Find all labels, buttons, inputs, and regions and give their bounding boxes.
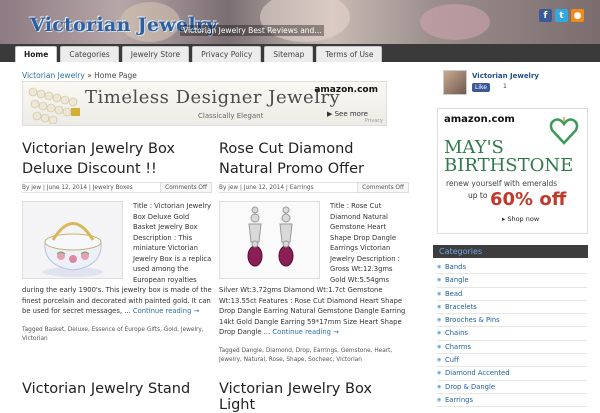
category-item[interactable]: Cuff: [437, 354, 587, 368]
category-item[interactable]: Bangle: [437, 274, 587, 288]
banner-privacy-link[interactable]: Privacy: [365, 118, 383, 124]
category-item[interactable]: Charms: [437, 341, 587, 355]
post-title[interactable]: Victorian Jewelry Stand: [22, 381, 212, 397]
continue-reading-link[interactable]: Continue reading →: [133, 307, 199, 315]
post-2: Rose Cut Diamond Natural Promo Offer By …: [219, 139, 409, 365]
post-tags[interactable]: Tagged Basket, Deluxe, Essence of Europe…: [22, 326, 212, 344]
category-item[interactable]: Bracelets: [437, 301, 587, 315]
category-list: Bands Bangle Bead Bracelets Brooches & P…: [437, 261, 587, 408]
nav-item-jewelry-store[interactable]: Jewelry Store: [121, 46, 190, 62]
nav-item-categories[interactable]: Categories: [60, 46, 119, 62]
ad-upto: up to: [468, 191, 488, 200]
breadcrumb: Victorian Jewelry » Home Page: [22, 71, 137, 80]
post-meta-text[interactable]: By jew | June 12, 2014 | Jewelry Boxes: [22, 185, 133, 191]
banner-ad[interactable]: Timeless Designer Jewelry Classically El…: [22, 81, 387, 126]
banner-see-more-link[interactable]: ▶ See more: [327, 110, 368, 118]
category-item[interactable]: Bead: [437, 288, 587, 301]
amazon-logo: amazon.com: [314, 85, 378, 95]
breadcrumb-separator: »: [87, 71, 92, 80]
like-button[interactable]: Like: [472, 83, 490, 92]
post-comments: Comments Off: [160, 182, 212, 193]
breadcrumb-current: Home Page: [94, 71, 137, 80]
site-header: Victorian Jewelry Victorian Jewelry Best…: [0, 0, 600, 44]
facebook-like-box: Victorian Jewelry Like 1: [443, 70, 593, 97]
ad-subtitle: renew yourself with emeralds: [446, 179, 558, 188]
nav-item-terms-of-use[interactable]: Terms of Use: [316, 46, 383, 62]
avatar[interactable]: [443, 70, 467, 95]
post-1: Victorian Jewelry Box Deluxe Discount !!…: [22, 139, 212, 344]
shop-now-link[interactable]: ▸ Shop now: [502, 215, 539, 223]
continue-reading-link[interactable]: Continue reading →: [272, 328, 338, 336]
post-3: Victorian Jewelry Stand: [22, 381, 212, 397]
post-4: Victorian Jewelry Box Light: [219, 381, 409, 413]
breadcrumb-home-link[interactable]: Victorian Jewelry: [22, 71, 85, 80]
post-meta: By jew | June 12, 2014 | Jewelry Boxes C…: [22, 182, 212, 193]
post-title[interactable]: Victorian Jewelry Box Light: [219, 381, 409, 413]
category-item[interactable]: Bands: [437, 261, 587, 275]
category-item[interactable]: Drop & Dangle: [437, 381, 587, 394]
ad-headline: MAY'S BIRTHSTONE: [444, 139, 573, 175]
site-tagline: Victorian Jewelry Best Reviews and...: [180, 25, 325, 36]
category-item[interactable]: Diamond Accented: [437, 367, 587, 381]
category-item[interactable]: Brooches & Pins: [437, 314, 587, 328]
banner-title: Timeless Designer Jewelry: [85, 87, 341, 108]
post-body: Title : Rose Cut Diamond Natural Gemston…: [219, 201, 409, 338]
category-item[interactable]: Earrings: [437, 394, 587, 408]
sidebar-ad[interactable]: amazon.com MAY'S BIRTHSTONE renew yourse…: [437, 108, 588, 234]
post-title[interactable]: Victorian Jewelry Box Deluxe Discount !!: [22, 139, 212, 179]
pearl-necklace-image: [28, 87, 80, 124]
post-meta-text[interactable]: By jew | June 12, 2014 | Earrings: [219, 185, 314, 191]
category-item[interactable]: Chains: [437, 327, 587, 341]
ad-headline-line2: BIRTHSTONE: [444, 155, 574, 176]
nav-item-sitemap[interactable]: Sitemap: [264, 46, 314, 62]
ad-discount: 60% off: [490, 189, 567, 210]
facebook-icon[interactable]: f: [539, 9, 552, 22]
amazon-logo: amazon.com: [444, 114, 515, 125]
post-comments: Comments Off: [357, 182, 409, 193]
twitter-icon[interactable]: t: [555, 9, 568, 22]
post-title[interactable]: Rose Cut Diamond Natural Promo Offer: [219, 139, 409, 179]
categories-heading: Categories: [433, 245, 588, 258]
profile-name[interactable]: Victorian Jewelry: [472, 72, 539, 80]
nav-item-privacy-policy[interactable]: Privacy Policy: [192, 46, 262, 62]
post-tags[interactable]: Tagged Dangle, Diamond, Drop, Earrings, …: [219, 347, 409, 365]
earrings-image[interactable]: [219, 201, 320, 279]
social-links: f t ●: [539, 9, 584, 22]
rss-icon[interactable]: ●: [571, 9, 584, 22]
post-meta: By jew | June 12, 2014 | Earrings Commen…: [219, 182, 409, 193]
header-jewelry-image: [420, 4, 490, 40]
banner-subtitle: Classically Elegant: [198, 112, 264, 120]
nav-item-home[interactable]: Home: [15, 46, 58, 62]
jewelry-box-image[interactable]: [22, 201, 123, 279]
main-nav: Home Categories Jewelry Store Privacy Po…: [0, 44, 600, 62]
like-count: 1: [503, 83, 507, 90]
post-body: Title : Victorian Jewelry Box Deluxe Gol…: [22, 201, 212, 317]
